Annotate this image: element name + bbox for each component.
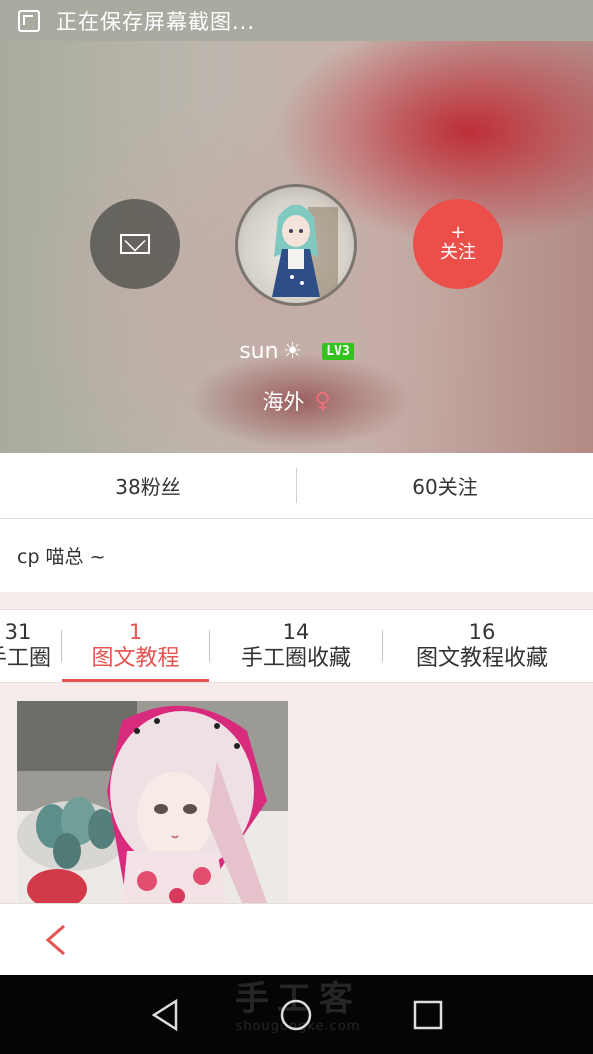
fans-count[interactable]: 38粉丝 — [0, 453, 296, 518]
tab-count: 1 — [128, 620, 143, 644]
message-button[interactable] — [90, 199, 180, 289]
profile-header: + 关注 sun ☀ LV3 海外 ♀ — [0, 41, 593, 453]
bio-text: cp 喵总 ~ — [0, 519, 593, 592]
location-row: 海外 ♀ — [0, 386, 593, 416]
tab-tutorials[interactable]: 1 图文教程 — [62, 610, 209, 682]
nav-back-icon[interactable] — [146, 995, 186, 1035]
nav-recents-icon[interactable] — [408, 995, 448, 1035]
doll-photo-image — [17, 701, 288, 903]
tab-label: 手工圈 — [0, 646, 51, 671]
location: 海外 — [262, 390, 305, 414]
follow-label: 关注 — [440, 242, 476, 263]
back-arrow-icon[interactable] — [40, 922, 74, 958]
plus-icon: + — [450, 222, 466, 243]
tab-count: 14 — [282, 620, 310, 644]
avatar[interactable] — [235, 184, 357, 306]
bottom-bar — [0, 903, 593, 975]
tab-count: 16 — [468, 620, 496, 644]
envelope-icon — [120, 234, 150, 254]
level-badge: LV3 — [322, 343, 354, 360]
tab-handicraft-circle[interactable]: 31 手工圈 — [0, 610, 61, 682]
username: sun — [239, 339, 279, 364]
tab-label: 手工圈收藏 — [240, 646, 351, 671]
system-nav-bar: 手工客 shougongke.com — [0, 975, 593, 1054]
tab-label: 图文教程收藏 — [415, 646, 548, 671]
tab-label: 图文教程 — [91, 646, 180, 671]
name-row: sun ☀ LV3 — [0, 339, 593, 364]
following-count[interactable]: 60关注 — [297, 453, 593, 518]
nav-home-icon[interactable] — [276, 995, 316, 1035]
tutorial-thumbnail[interactable] — [17, 701, 288, 903]
status-bar: 正在保存屏幕截图... — [0, 0, 593, 41]
screenshot-icon — [18, 9, 40, 32]
sun-icon: ☀ — [282, 339, 303, 364]
follow-button[interactable]: + 关注 — [413, 199, 503, 289]
content-tabs: 31 手工圈 1 图文教程 14 手工圈收藏 16 图文教程收藏 — [0, 609, 593, 683]
stats-bar: 38粉丝 60关注 — [0, 453, 593, 519]
status-text: 正在保存屏幕截图... — [56, 9, 256, 34]
tab-circle-favorites[interactable]: 14 手工圈收藏 — [210, 610, 382, 682]
female-icon: ♀ — [314, 388, 331, 414]
tab-count: 31 — [4, 620, 32, 644]
tab-tutorial-favorites[interactable]: 16 图文教程收藏 — [383, 610, 581, 682]
doll-avatar-image — [272, 204, 338, 297]
